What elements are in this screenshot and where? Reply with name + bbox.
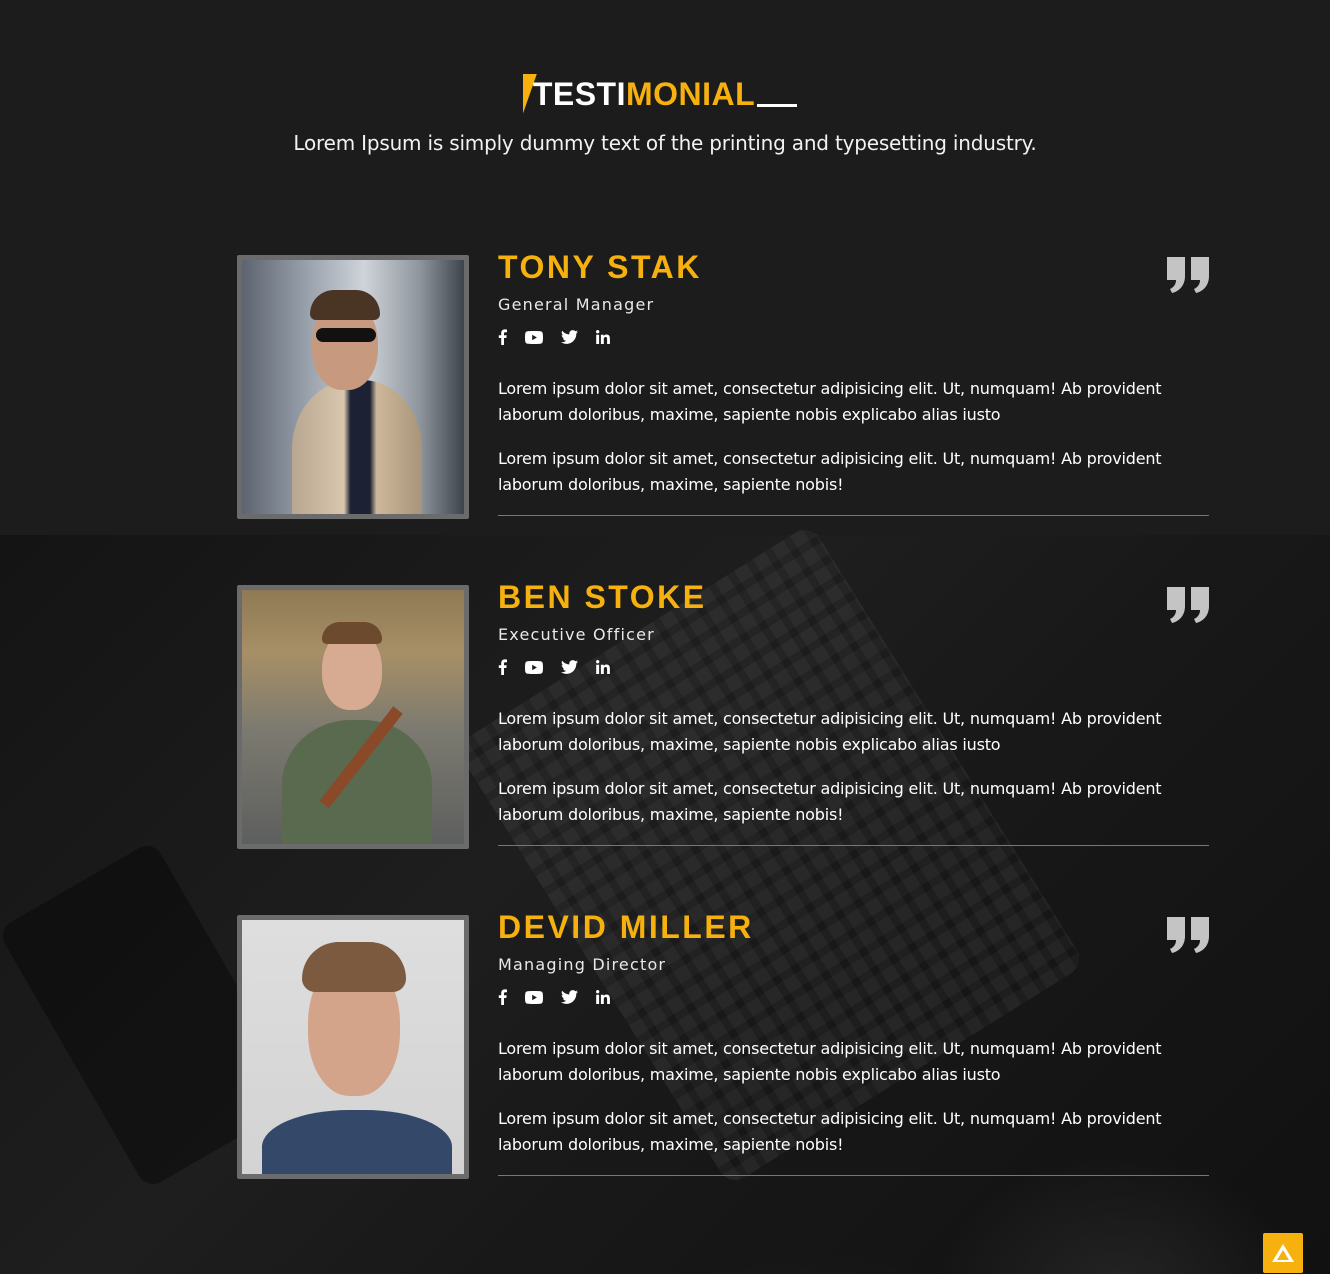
testimonial-card: TONY STAK General Manager Lorem ipsum do… (237, 251, 1209, 519)
testimonial-card: BEN STOKE Executive Officer Lorem ipsum … (237, 581, 1209, 849)
title-white-part: TESTI (532, 76, 626, 112)
arrow-up-icon (1272, 1244, 1294, 1262)
social-links (498, 328, 1209, 346)
divider (498, 1175, 1209, 1176)
linkedin-icon[interactable] (596, 988, 610, 1006)
person-name: BEN STOKE (498, 579, 707, 615)
testimonial-text: Lorem ipsum dolor sit amet, consectetur … (498, 709, 1162, 754)
testimonial-text: Lorem ipsum dolor sit amet, consectetur … (498, 1039, 1162, 1084)
facebook-icon[interactable] (498, 658, 507, 676)
testimonial-text: Lorem ipsum dolor sit amet, consectetur … (498, 779, 1162, 824)
testimonial-text: Lorem ipsum dolor sit amet, consectetur … (498, 1109, 1162, 1154)
person-role: General Manager (498, 295, 655, 314)
youtube-icon[interactable] (525, 658, 543, 676)
testimonial-text: Lorem ipsum dolor sit amet, consectetur … (498, 449, 1162, 494)
twitter-icon[interactable] (561, 658, 578, 676)
person-name: TONY STAK (498, 249, 702, 285)
section-title: TESTIMONIAL (522, 74, 798, 114)
linkedin-icon[interactable] (596, 328, 610, 346)
quote-icon (1167, 587, 1209, 623)
youtube-icon[interactable] (525, 328, 543, 346)
person-name: DEVID MILLER (498, 909, 754, 945)
person-role: Managing Director (498, 955, 667, 974)
quote-icon (1167, 917, 1209, 953)
avatar (237, 585, 469, 849)
social-links (498, 988, 1209, 1006)
twitter-icon[interactable] (561, 988, 578, 1006)
social-links (498, 658, 1209, 676)
twitter-icon[interactable] (561, 328, 578, 346)
quote-icon (1167, 257, 1209, 293)
testimonial-text: Lorem ipsum dolor sit amet, consectetur … (498, 379, 1162, 424)
facebook-icon[interactable] (498, 988, 507, 1006)
title-underline (757, 104, 798, 107)
testimonial-card: DEVID MILLER Managing Director Lorem ips… (237, 911, 1209, 1179)
section-subtitle: Lorem Ipsum is simply dummy text of the … (293, 131, 1037, 155)
facebook-icon[interactable] (498, 328, 507, 346)
divider (498, 515, 1209, 516)
scroll-to-top-button[interactable] (1263, 1233, 1303, 1273)
youtube-icon[interactable] (525, 988, 543, 1006)
person-role: Executive Officer (498, 625, 655, 644)
section-header: TESTIMONIAL Lorem Ipsum is simply dummy … (0, 74, 1330, 155)
divider (498, 845, 1209, 846)
linkedin-icon[interactable] (596, 658, 610, 676)
avatar (237, 915, 469, 1179)
title-yellow-part: MONIAL (625, 76, 756, 112)
avatar (237, 255, 469, 519)
